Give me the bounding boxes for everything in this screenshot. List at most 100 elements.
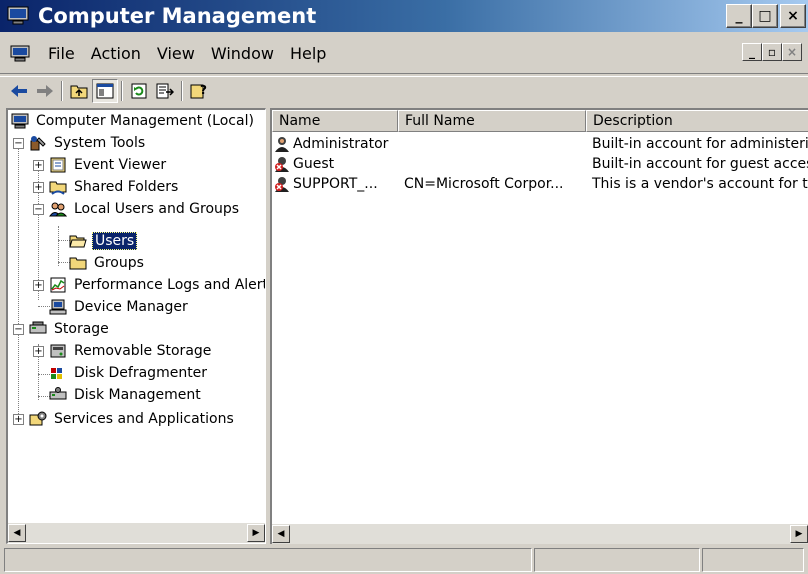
scroll-right-arrow-icon[interactable]: ▶: [790, 525, 808, 543]
expand-toggle[interactable]: +: [33, 345, 44, 357]
toolbar: ?: [0, 76, 808, 104]
computer-icon: [10, 112, 30, 130]
tree-item-system-tools[interactable]: − System Tools: [13, 132, 147, 154]
up-folder-icon[interactable]: [66, 79, 92, 103]
expand-toggle[interactable]: +: [13, 413, 24, 425]
event-viewer-icon: [48, 156, 68, 174]
user-icon: [274, 136, 292, 152]
column-header-full-name[interactable]: Full Name: [398, 110, 586, 132]
child-restore-button[interactable]: ▫: [762, 43, 782, 61]
tree-item-label: Performance Logs and Alerts: [74, 277, 266, 293]
collapse-toggle[interactable]: −: [33, 203, 44, 215]
forward-icon[interactable]: [32, 79, 58, 103]
toolbar-separator: [121, 80, 123, 101]
tree-item-label: System Tools: [54, 135, 146, 151]
menu-help[interactable]: Help: [290, 44, 326, 63]
tree-item-local-users-and-groups[interactable]: − Local Users and Groups: [33, 198, 241, 220]
tree-item-label: Disk Defragmenter: [74, 365, 208, 381]
console-tree[interactable]: Computer Management (Local) − System Too…: [6, 108, 266, 544]
tree-item-groups[interactable]: Groups: [68, 252, 146, 274]
results-list[interactable]: Name Full Name Description Administrator…: [270, 108, 808, 544]
tree-item-label: Disk Management: [74, 387, 201, 403]
collapse-toggle[interactable]: −: [13, 323, 24, 335]
minimize-button[interactable]: _: [726, 4, 752, 28]
tree-item-disk-defragmenter[interactable]: Disk Defragmenter: [48, 362, 209, 384]
folder-icon: [68, 254, 88, 272]
title-bar[interactable]: Computer Management _ □ ×: [0, 0, 808, 32]
services-icon: [28, 410, 48, 428]
user-name: Guest: [293, 156, 335, 172]
menu-bar: File Action View Window Help _ ▫ ×: [0, 34, 808, 74]
back-icon[interactable]: [6, 79, 32, 103]
list-row-guest[interactable]: Guest Built-in account for guest access …: [272, 154, 808, 174]
tree-item-label: Removable Storage: [74, 343, 212, 359]
tree-item-device-manager[interactable]: Device Manager: [48, 296, 190, 318]
status-panel-main: [4, 548, 532, 572]
status-panel-right: [702, 548, 804, 572]
tree-item-services-and-applications[interactable]: + Services and Applications: [13, 408, 236, 430]
child-close-button[interactable]: ×: [782, 43, 802, 61]
close-button[interactable]: ×: [780, 4, 806, 28]
removable-storage-icon: [48, 342, 68, 360]
list-row-support[interactable]: SUPPORT_... CN=Microsoft Corpor... This …: [272, 174, 808, 194]
list-horizontal-scrollbar[interactable]: ◀ ▶: [272, 524, 808, 544]
menu-view[interactable]: View: [157, 44, 195, 63]
tools-icon: [28, 134, 48, 152]
help-icon[interactable]: ?: [186, 79, 212, 103]
column-header-name[interactable]: Name: [272, 110, 398, 132]
scroll-left-arrow-icon[interactable]: ◀: [8, 524, 26, 542]
users-groups-icon: [48, 200, 68, 218]
tree-item-users[interactable]: Users: [68, 230, 138, 252]
performance-icon: [48, 276, 68, 294]
mmc-console-icon[interactable]: [10, 45, 32, 63]
expand-toggle[interactable]: +: [33, 181, 44, 193]
tree-item-disk-management[interactable]: Disk Management: [48, 384, 203, 406]
computer-management-icon: [6, 5, 32, 27]
tree-item-label: Storage: [54, 321, 109, 337]
tree-item-performance-logs[interactable]: + Performance Logs and Alerts: [33, 274, 266, 296]
tree-item-label: Device Manager: [74, 299, 188, 315]
menu-file[interactable]: File: [48, 44, 75, 63]
tree-item-shared-folders[interactable]: + Shared Folders: [33, 176, 180, 198]
disabled-user-icon: [274, 156, 292, 172]
show-tree-icon[interactable]: [92, 78, 118, 103]
tree-item-label: Computer Management (Local): [36, 113, 254, 129]
expand-toggle[interactable]: +: [33, 279, 44, 291]
column-header-description[interactable]: Description: [586, 110, 808, 132]
tree-item-storage[interactable]: − Storage: [13, 318, 111, 340]
menu-window[interactable]: Window: [211, 44, 274, 63]
tree-item-label: Local Users and Groups: [74, 201, 240, 217]
tree-item-label: Event Viewer: [74, 157, 167, 173]
tree-item-label: Services and Applications: [54, 411, 234, 427]
folder-open-icon: [68, 232, 88, 250]
window-title: Computer Management: [38, 4, 317, 28]
list-row-administrator[interactable]: Administrator Built-in account for admin…: [272, 134, 808, 154]
user-description: Built-in account for guest access to the…: [592, 156, 808, 172]
scroll-right-arrow-icon[interactable]: ▶: [247, 524, 265, 542]
device-manager-icon: [48, 298, 68, 316]
tree-item-label: Shared Folders: [74, 179, 179, 195]
export-list-icon[interactable]: [152, 79, 178, 103]
child-minimize-button[interactable]: _: [742, 43, 762, 61]
disabled-user-icon: [274, 176, 292, 192]
collapse-toggle[interactable]: −: [13, 137, 24, 149]
refresh-icon[interactable]: [126, 79, 152, 103]
user-description: This is a vendor's account for the Help …: [592, 176, 808, 192]
tree-item-computer-management[interactable]: Computer Management (Local): [10, 110, 256, 132]
toolbar-separator: [61, 80, 63, 101]
user-name: SUPPORT_...: [293, 176, 378, 192]
tree-item-removable-storage[interactable]: + Removable Storage: [33, 340, 213, 362]
user-description: Built-in account for administering the c…: [592, 136, 808, 152]
user-full-name: CN=Microsoft Corpor...: [404, 176, 564, 192]
user-name: Administrator: [293, 136, 389, 152]
tree-horizontal-scrollbar[interactable]: ◀ ▶: [8, 523, 265, 543]
scroll-left-arrow-icon[interactable]: ◀: [272, 525, 290, 543]
tree-item-event-viewer[interactable]: + Event Viewer: [33, 154, 168, 176]
menu-action[interactable]: Action: [91, 44, 141, 63]
list-header: Name Full Name Description: [272, 110, 808, 132]
maximize-button[interactable]: □: [752, 4, 778, 28]
disk-management-icon: [48, 386, 68, 404]
defrag-icon: [48, 364, 68, 382]
status-bar: [0, 548, 808, 574]
expand-toggle[interactable]: +: [33, 159, 44, 171]
